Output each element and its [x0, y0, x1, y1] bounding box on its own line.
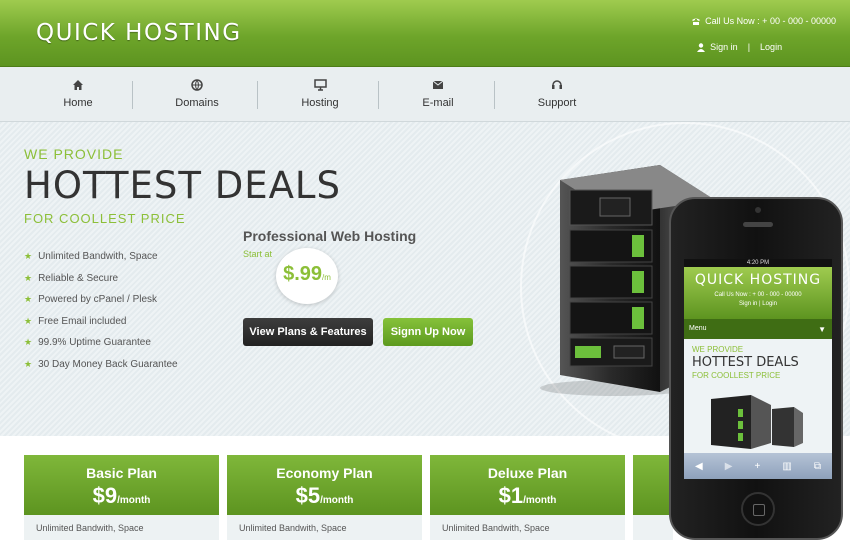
plan-header: Basic Plan $9/month [24, 455, 219, 515]
user-icon [696, 42, 706, 52]
nav-divider [378, 81, 379, 109]
hero-kicker: WE PROVIDE [24, 146, 124, 162]
plan-name: Basic Plan [86, 465, 157, 481]
nav-divider [494, 81, 495, 109]
start-at-label: Start at [243, 249, 273, 259]
separator: | [747, 42, 751, 52]
add-icon: + [754, 460, 761, 472]
phone-menu-label: Menu [689, 325, 707, 332]
speaker-grille [743, 222, 773, 227]
star-icon: ★ [24, 358, 33, 369]
product-title: Professional Web Hosting [243, 228, 417, 244]
login-link[interactable]: Login [760, 42, 782, 52]
nav-domains[interactable]: Domains [142, 79, 252, 109]
nav-email[interactable]: E-mail [383, 79, 493, 109]
star-icon: ★ [24, 272, 33, 283]
plan-header: Economy Plan $5/month [227, 455, 422, 515]
phone-subline: FOR COOLLEST PRICE [692, 371, 781, 380]
header-contact: Call Us Now : + 00 - 000 - 00000 Sign in… [691, 14, 836, 54]
phone-logo: QUICK HOSTING [694, 272, 822, 288]
camera-icon [755, 207, 761, 213]
hero-subline: FOR COOLLEST PRICE [24, 211, 186, 226]
nav-divider [257, 81, 258, 109]
feature-item: ★ Reliable & Secure [24, 272, 119, 284]
plan-price: $1/month [498, 483, 557, 508]
header-bar: QUICK HOSTING Call Us Now : + 00 - 000 -… [0, 0, 850, 67]
hero-headline: HOTTEST DEALS [24, 164, 342, 207]
feature-item: ★ 30 Day Money Back Guarantee [24, 358, 178, 370]
plan-card-deluxe[interactable]: Deluxe Plan $1/month Unlimited Bandwith,… [430, 455, 625, 540]
forward-icon: ▶ [724, 460, 733, 472]
nav-label: Domains [175, 97, 219, 109]
phone-browser-toolbar: ◀ ▶ + ▥ ⧉ [684, 453, 832, 479]
nav-hosting[interactable]: Hosting [265, 79, 375, 109]
price-badge: $.99/m [276, 248, 338, 304]
feature-item: ★ Powered by cPanel / Plesk [24, 294, 158, 306]
phone-account: Sign in | Login [739, 301, 777, 307]
nav-divider [132, 81, 133, 109]
plan-header: Deluxe Plan $1/month [430, 455, 625, 515]
nav-label: Home [63, 97, 93, 109]
plan-feature: Unlimited Bandwith, Space [24, 515, 219, 540]
star-icon: ★ [24, 315, 33, 326]
plan-card-basic[interactable]: Basic Plan $9/month Unlimited Bandwith, … [24, 455, 219, 540]
plan-header [633, 455, 673, 515]
account-row: Sign in | Login [696, 40, 836, 54]
phone-icon [691, 17, 701, 26]
site-logo[interactable]: QUICK HOSTING [36, 20, 242, 46]
price-period: /m [322, 273, 331, 282]
phone-mockup: 4:20 PM QUICK HOSTING Call Us Now : + 00… [669, 197, 843, 540]
phone-status-bar: 4:20 PM [684, 259, 832, 267]
star-icon: ★ [24, 294, 33, 305]
plan-price: $9/month [92, 483, 151, 508]
home-button [741, 492, 775, 526]
plan-name: Economy Plan [276, 465, 373, 481]
nav-label: Hosting [301, 97, 339, 109]
mail-icon [383, 79, 493, 93]
monitor-icon [265, 79, 375, 93]
phone-menu-bar: Menu ▼ [684, 319, 832, 339]
call-row: Call Us Now : + 00 - 000 - 00000 [691, 14, 836, 28]
headset-icon [502, 79, 612, 93]
phone-headline: HOTTEST DEALS [692, 355, 799, 370]
nav-support[interactable]: Support [502, 79, 612, 109]
plan-card-economy[interactable]: Economy Plan $5/month Unlimited Bandwith… [227, 455, 422, 540]
nav-label: Support [537, 97, 577, 109]
phone-screen: 4:20 PM QUICK HOSTING Call Us Now : + 00… [684, 259, 832, 479]
signin-link[interactable]: Sign in [710, 42, 738, 52]
phone-call-text: Call Us Now : + 00 - 000 - 00000 [714, 292, 802, 298]
plan-name: Deluxe Plan [487, 465, 568, 481]
home-icon [23, 79, 133, 93]
plan-price: $5/month [295, 483, 354, 508]
globe-icon [142, 79, 252, 93]
signup-button[interactable]: Signn Up Now [383, 318, 473, 346]
star-icon: ★ [24, 337, 33, 348]
main-nav: Home Domains Hosting E-mail Support [0, 67, 850, 122]
feature-list: ★ Unlimited Bandwith, Space ★ Reliable & S… [24, 246, 178, 375]
plan-feature [633, 515, 673, 540]
back-icon: ◀ [695, 460, 703, 472]
nav-home[interactable]: Home [23, 79, 133, 109]
nav-label: E-mail [422, 97, 454, 109]
phone-hero: WE PROVIDE HOTTEST DEALS FOR COOLLEST PR… [684, 339, 832, 453]
price-amount: $.99 [283, 263, 323, 285]
call-text: Call Us Now : + 00 - 000 - 00000 [705, 16, 836, 26]
phone-server-image [711, 395, 803, 449]
menu-toggle-icon: ▼ [818, 325, 826, 334]
feature-item: ★ Unlimited Bandwith, Space [24, 251, 158, 263]
feature-item: ★ 99.9% Uptime Guarantee [24, 337, 151, 349]
plan-feature: Unlimited Bandwith, Space [227, 515, 422, 540]
bookmarks-icon: ▥ [782, 460, 792, 472]
feature-item: ★ Free Email included [24, 315, 127, 327]
star-icon: ★ [24, 251, 33, 262]
tabs-icon: ⧉ [813, 460, 821, 472]
plan-feature: Unlimited Bandwith, Space [430, 515, 625, 540]
view-plans-button[interactable]: View Plans & Features [243, 318, 373, 346]
phone-header: QUICK HOSTING Call Us Now : + 00 - 000 -… [684, 267, 832, 319]
plan-card-partial[interactable] [633, 455, 673, 540]
phone-kicker: WE PROVIDE [692, 345, 744, 354]
